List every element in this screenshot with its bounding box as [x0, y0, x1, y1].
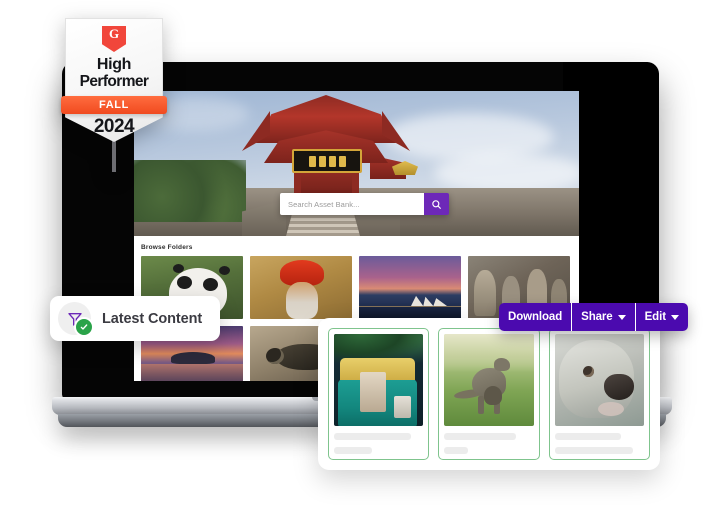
search-input[interactable]: Search Asset Bank...: [280, 193, 424, 215]
kangaroo-head: [494, 358, 511, 371]
hero-image-chinese-pagoda: Search Asset Bank...: [134, 91, 579, 236]
g2-logo-letter: G: [108, 26, 120, 41]
kangaroo-joey: [484, 386, 503, 405]
koala-eye: [582, 366, 594, 377]
search-bar[interactable]: Search Asset Bank...: [280, 193, 449, 215]
card-placeholder-line: [444, 433, 516, 441]
search-icon: [432, 199, 442, 209]
check-circle-icon: [74, 317, 94, 337]
thumbnail-sadhu[interactable]: [250, 256, 352, 319]
asset-card-koala[interactable]: [548, 328, 650, 460]
badge-season-ribbon: FALL: [61, 96, 167, 114]
card-image-kangaroo: [444, 334, 534, 427]
download-button[interactable]: Download: [499, 303, 573, 331]
share-button[interactable]: Share: [572, 303, 636, 331]
chevron-down-icon: [617, 314, 626, 320]
latest-content-pill[interactable]: Latest Content: [50, 296, 221, 341]
koala-muzzle: [597, 402, 624, 417]
asset-card-tuk-tuk[interactable]: [328, 328, 430, 460]
cloud-shape: [434, 153, 579, 193]
download-button-label: Download: [508, 311, 563, 323]
edit-button-label: Edit: [644, 311, 666, 323]
illustration-stage: Search Asset Bank... Browse Folders G Hi…: [0, 0, 709, 510]
hero-trees: [134, 160, 246, 222]
badge-line-1: High: [96, 56, 132, 73]
card-placeholder-line: [444, 447, 468, 455]
asset-cards-panel: [318, 318, 660, 470]
pagoda-plaque: [292, 149, 362, 173]
asset-action-buttons: Download Share Edit: [499, 303, 688, 331]
edit-button[interactable]: Edit: [635, 303, 688, 331]
check-icon: [80, 324, 88, 330]
card-placeholder-line: [334, 447, 372, 455]
badge-line-2: Performer: [79, 73, 149, 90]
card-image-tuk-tuk: [334, 334, 424, 427]
search-button[interactable]: [424, 193, 449, 215]
chevron-down-icon: [670, 314, 679, 320]
latest-content-label: Latest Content: [102, 310, 203, 327]
asset-card-kangaroo[interactable]: [438, 328, 540, 460]
card-placeholder-line: [334, 433, 411, 441]
browse-folders-title: Browse Folders: [141, 244, 193, 251]
card-placeholder-line: [554, 447, 634, 455]
tuk-tuk-bag: [394, 396, 412, 418]
filter-icon-wrapper: [58, 302, 94, 337]
tuk-tuk-curtain: [360, 372, 386, 412]
thumbnail-opera-house[interactable]: [359, 256, 461, 319]
share-button-label: Share: [581, 311, 613, 323]
card-placeholder-line: [554, 433, 621, 441]
pagoda-structure: [242, 95, 418, 201]
badge-season-label: FALL: [99, 99, 129, 111]
g2-high-performer-badge: G High Performer FALL 2024: [61, 18, 167, 172]
pagoda-eave-right: [382, 111, 410, 151]
badge-year: 2024: [93, 116, 135, 137]
card-image-koala: [554, 334, 644, 427]
koala-nose: [603, 374, 634, 400]
pagoda-eave-left: [242, 111, 270, 151]
